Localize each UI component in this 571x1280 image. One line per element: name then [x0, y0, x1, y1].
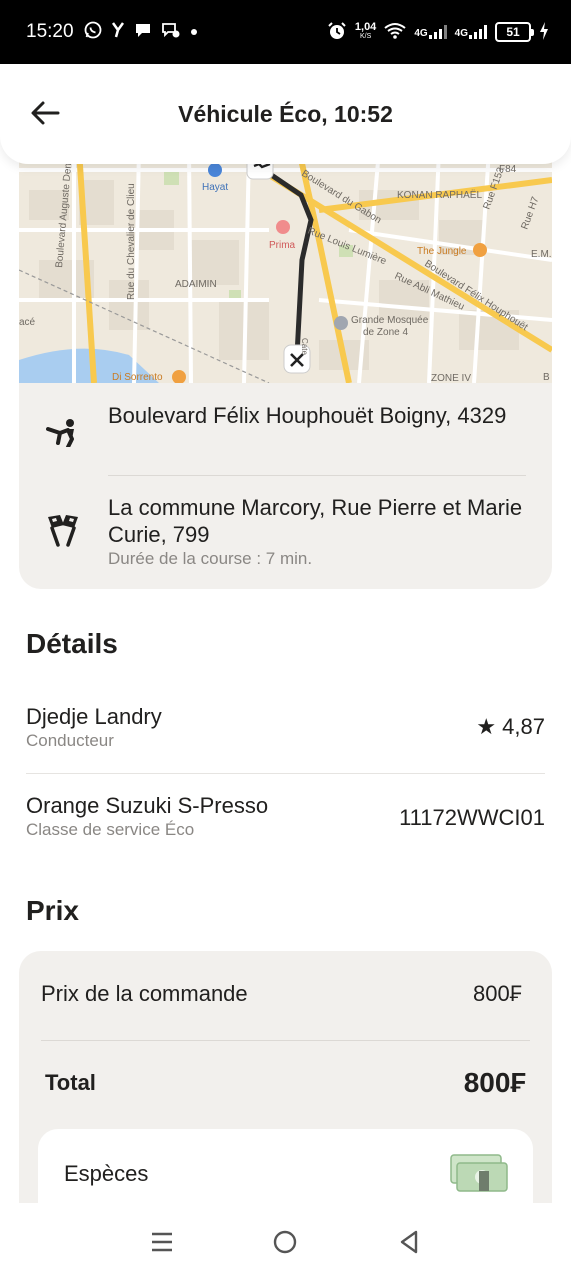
map-label-zone4: ZONE IV	[431, 373, 471, 383]
nav-home-button[interactable]	[265, 1222, 305, 1262]
triangle-back-icon	[400, 1230, 418, 1253]
network-speed: 1,04 K/S	[355, 22, 376, 42]
total-label: Total	[45, 1070, 96, 1095]
map-label-jungle: The Jungle	[417, 246, 467, 257]
message-icon	[134, 21, 152, 44]
total-value: 800₣	[463, 1067, 526, 1098]
checkered-flags-icon	[43, 510, 83, 550]
network-type-2: 4G	[454, 28, 468, 39]
notification-icons	[84, 21, 198, 44]
price-title: Prix	[26, 895, 79, 926]
signal-bars-2-icon	[469, 25, 487, 39]
alarm-icon	[327, 21, 347, 44]
arrow-left-icon	[31, 101, 60, 125]
wifi-icon	[384, 22, 406, 43]
nav-back-button[interactable]	[389, 1222, 429, 1262]
home-circle-icon	[274, 1230, 297, 1253]
app-header: Véhicule Éco, 10:52	[0, 64, 571, 164]
payment-method-card[interactable]: Espèces	[38, 1129, 533, 1211]
system-icons: 1,04 K/S 4G 4G 51	[327, 21, 549, 44]
details-title: Détails	[26, 628, 118, 659]
nav-menu-button[interactable]	[142, 1222, 182, 1262]
destination-location: La commune Marcory, Rue Pierre et Marie …	[108, 494, 532, 569]
total-row: Total 800₣	[45, 1067, 526, 1099]
status-time: 15:20	[26, 21, 74, 42]
map-label-prima: Prima	[269, 240, 296, 251]
ride-duration: Durée de la course : 7 min.	[108, 549, 313, 568]
back-button[interactable]	[28, 96, 62, 130]
pickup-address: Boulevard Félix Houphouët Boigny, 4329	[108, 403, 507, 428]
battery-indicator: 51	[495, 22, 534, 42]
banknote-icon	[449, 1153, 509, 1198]
map-label-mosquee-2: de Zone 4	[363, 327, 408, 338]
signal-2: 4G	[455, 25, 487, 39]
menu-icon	[151, 1232, 172, 1251]
map-label-chevalier: Rue du Chevalier de Clieu	[126, 183, 137, 300]
car-row: Orange Suzuki S-Presso Classe de service…	[26, 793, 545, 840]
price-divider	[41, 1040, 530, 1041]
map-label-f84: F84	[499, 164, 517, 175]
rating-value: 4,87	[502, 714, 545, 739]
whatsapp-icon	[84, 21, 102, 44]
price-card: Prix de la commande 800₣ Total 800₣ Espè…	[19, 951, 552, 1211]
signal-bars-1-icon	[428, 25, 447, 39]
chat-settings-icon	[161, 21, 181, 44]
map-label-b: B	[543, 372, 550, 383]
page-title: Véhicule Éco, 10:52	[178, 100, 393, 127]
map-label-em: E.M.	[531, 249, 552, 260]
driver-rating: ★ 4,87	[476, 714, 545, 740]
charging-icon	[539, 21, 549, 43]
dot-icon	[190, 23, 198, 41]
star-icon: ★	[476, 714, 497, 739]
system-nav-bar	[0, 1203, 571, 1280]
order-price-row: Prix de la commande 800₣	[41, 981, 522, 1007]
map-label-mosquee-1: Grande Mosquée	[351, 315, 429, 326]
map-label-adaimin: ADAIMIN	[175, 279, 217, 290]
map-label-konan: KONAN RAPHAËL	[397, 189, 482, 201]
battery-level: 51	[506, 25, 520, 39]
details-divider	[26, 773, 545, 774]
driver-row: Djedje Landry Conducteur ★ 4,87	[26, 704, 545, 751]
driver-role: Conducteur	[26, 731, 114, 750]
order-price-label: Prix de la commande	[41, 981, 248, 1006]
app-y-icon	[111, 21, 125, 44]
network-type-1: 4G	[414, 28, 428, 39]
speed-value: 1,04	[354, 21, 377, 33]
map-label-sorrento: Di Sorrento	[112, 372, 163, 383]
map-label-hayat: Hayat	[202, 182, 228, 193]
license-plate: 11172WWCI01	[399, 805, 545, 830]
map-label-vertical-road: Cate	[300, 338, 309, 355]
map-label-ace: acé	[19, 317, 36, 328]
payment-method-label: Espèces	[64, 1161, 149, 1186]
speed-unit: K/S	[359, 33, 372, 40]
signal-1: 4G	[414, 25, 447, 39]
status-bar: 15:20 1,04 K/S 4G 4G 51	[0, 0, 571, 64]
driver-name: Djedje Landry	[26, 704, 162, 729]
route-divider	[108, 475, 526, 476]
destination-address: La commune Marcory, Rue Pierre et Marie …	[108, 495, 523, 547]
pickup-location: Boulevard Félix Houphouët Boigny, 4329	[108, 402, 532, 429]
order-price-value: 800₣	[473, 981, 522, 1006]
person-waving-icon	[43, 412, 83, 452]
route-card: Boulevard Félix Houphouët Boigny, 4329 L…	[19, 383, 552, 589]
route-map[interactable]: Hayat Boulevard du Gabon KONAN RAPHAËL R…	[19, 150, 552, 383]
